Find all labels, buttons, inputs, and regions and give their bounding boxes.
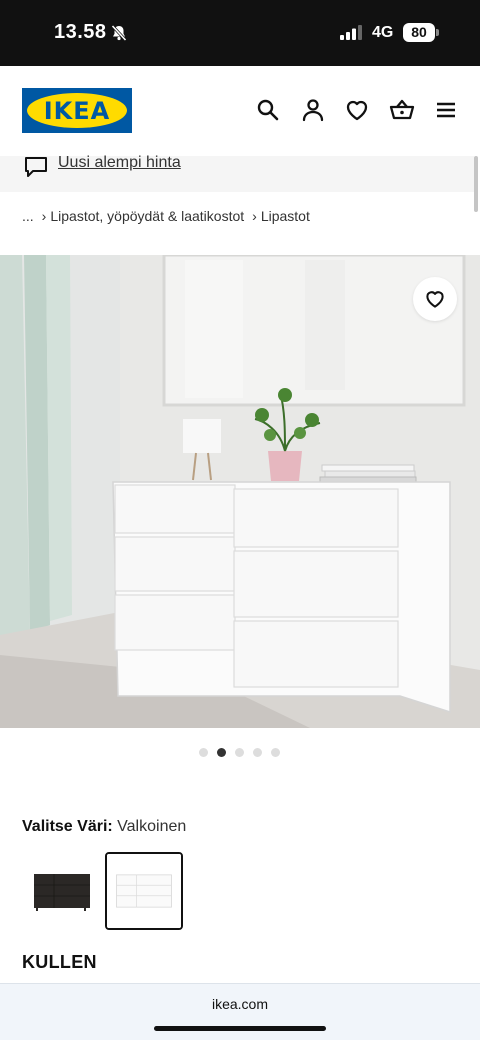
logo-wordmark: IKEA <box>43 96 111 125</box>
promo-banner[interactable]: Uusi alempi hinta <box>0 154 474 192</box>
site-header: IKEA <box>0 66 480 156</box>
battery-indicator: 80 <box>403 23 435 42</box>
scrollbar[interactable] <box>474 156 478 212</box>
color-swatch-black[interactable] <box>22 852 100 930</box>
product-name: KULLEN <box>22 952 97 972</box>
home-indicator <box>154 1026 326 1031</box>
product-image[interactable] <box>0 255 480 728</box>
account-icon[interactable] <box>300 97 326 123</box>
status-bar: 13.58 4G 80 <box>0 0 480 66</box>
carousel-dot[interactable] <box>253 748 262 757</box>
selected-color-name: Valkoinen <box>117 818 187 835</box>
search-icon[interactable] <box>255 97 281 123</box>
chevron-right-icon: › <box>252 208 257 224</box>
breadcrumb: ... › Lipastot, yöpöydät & laatikostot › Lip… <box>22 208 310 224</box>
add-to-favorites-button[interactable] <box>413 277 457 321</box>
carousel-dots <box>199 748 280 758</box>
carousel-dot[interactable] <box>271 748 280 757</box>
breadcrumb-item-category[interactable]: Lipastot, yöpöydät & laatikostot <box>50 208 244 224</box>
color-swatch-white-selected[interactable] <box>105 852 183 930</box>
chevron-right-icon: › <box>41 208 47 224</box>
signal-icon <box>340 25 362 40</box>
logo-oval: IKEA <box>27 93 127 128</box>
carousel-dot-active[interactable] <box>217 748 226 757</box>
breadcrumb-item-current[interactable]: Lipastot <box>261 208 310 224</box>
chat-bubble-icon <box>25 157 47 177</box>
heart-icon[interactable] <box>344 97 370 123</box>
bell-muted-icon <box>111 24 127 42</box>
url-text[interactable]: ikea.com <box>0 996 480 1012</box>
network-label: 4G <box>372 24 394 41</box>
ikea-logo[interactable]: IKEA <box>22 88 132 133</box>
promo-link[interactable]: Uusi alempi hinta <box>58 154 181 172</box>
carousel-dot[interactable] <box>199 748 208 757</box>
heart-icon <box>426 291 444 308</box>
carousel-dot[interactable] <box>235 748 244 757</box>
breadcrumb-ellipsis[interactable]: ... <box>22 208 34 224</box>
browser-address-bar[interactable]: ikea.com <box>0 983 480 1040</box>
status-time: 13.58 <box>54 21 107 43</box>
menu-icon[interactable] <box>433 97 459 123</box>
color-picker-label: Valitse Väri: Valkoinen <box>22 818 186 836</box>
color-picker-title: Valitse Väri: <box>22 818 113 835</box>
basket-icon[interactable] <box>389 97 415 123</box>
battery-tip <box>436 29 439 36</box>
